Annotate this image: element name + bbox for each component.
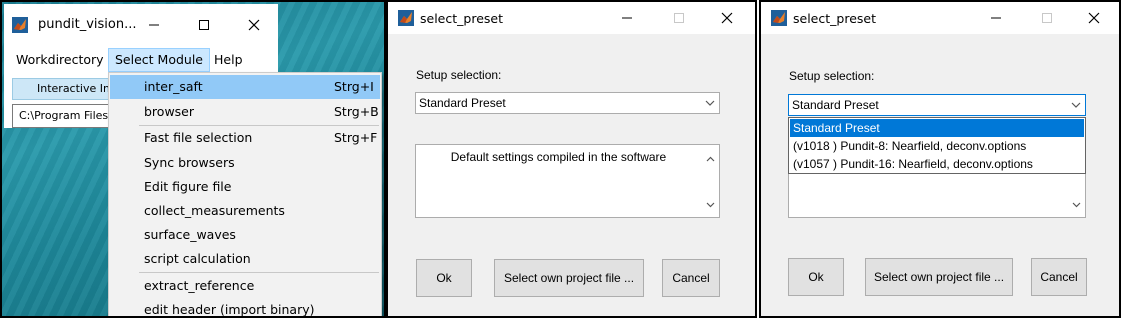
matlab-icon [12, 17, 28, 33]
menu-item-sync-browsers[interactable]: Sync browsers [110, 151, 380, 175]
setup-selection-label: Setup selection: [416, 68, 502, 82]
scrollbar[interactable] [702, 145, 719, 217]
menu-item-surface-waves[interactable]: surface_waves [110, 223, 380, 247]
title-bar: pundit_vision... [4, 4, 278, 44]
maximize-button[interactable] [1034, 7, 1060, 29]
menu-item-shortcut: Strg+I [334, 79, 374, 94]
path-field[interactable]: C:\Program Files\ [12, 104, 112, 128]
maximize-icon [199, 20, 209, 30]
select-module-dropdown: inter_saft Strg+I browser Strg+B Fast fi… [108, 72, 382, 317]
menu-help[interactable]: Help [208, 48, 249, 72]
chevron-down-icon [1067, 95, 1085, 115]
ok-button[interactable]: Ok [416, 259, 472, 297]
menu-item-label: edit header (import binary) [144, 302, 315, 317]
menu-item-label: inter_saft [144, 79, 203, 94]
maximize-icon [1042, 13, 1052, 23]
menu-item-label: browser [144, 104, 195, 119]
preset-option-pundit-8[interactable]: (v1018 ) Pundit-8: Nearfield, deconv.opt… [790, 137, 1084, 155]
scroll-up-icon[interactable] [702, 151, 719, 167]
cancel-button[interactable]: Cancel [662, 259, 720, 297]
select-own-project-file-button[interactable]: Select own project file ... [494, 259, 644, 297]
preset-description-box[interactable]: Default settings compiled in the softwar… [415, 144, 720, 218]
menu-item-inter-saft[interactable]: inter_saft Strg+I [110, 75, 380, 99]
menu-item-label: extract_reference [144, 278, 255, 293]
maximize-button[interactable] [190, 14, 218, 36]
combo-value: Standard Preset [419, 96, 506, 110]
menu-item-shortcut: Strg+B [334, 104, 379, 119]
title-bar: select_preset [761, 2, 1119, 34]
preset-option-pundit-16[interactable]: (v1057 ) Pundit-16: Nearfield, deconv.op… [790, 155, 1084, 173]
ok-button[interactable]: Ok [788, 258, 844, 296]
interactive-imaging-button[interactable]: Interactive Im [12, 78, 112, 100]
matlab-icon [771, 10, 787, 26]
window-title: pundit_vision... [38, 17, 137, 32]
menu-item-edit-header[interactable]: edit header (import binary) [110, 298, 380, 317]
scroll-down-icon[interactable] [1068, 197, 1085, 213]
menu-item-label: script calculation [144, 251, 251, 266]
minimize-button[interactable] [983, 7, 1009, 29]
setup-selection-label: Setup selection: [789, 69, 875, 83]
menu-item-edit-figure-file[interactable]: Edit figure file [110, 175, 380, 199]
minimize-icon [991, 17, 1001, 19]
menu-bar: Workdirectory Select Module Help [4, 44, 278, 74]
menu-select-module[interactable]: Select Module [108, 48, 210, 72]
matlab-app-panel: pundit_vision... Workdirectory Select Mo… [0, 0, 386, 318]
menu-item-label: Fast file selection [144, 130, 253, 145]
minimize-button[interactable] [140, 14, 168, 36]
minimize-icon [622, 17, 632, 19]
close-icon [1088, 12, 1100, 24]
preset-dropdown-list: Standard Preset (v1018 ) Pundit-8: Nearf… [788, 117, 1086, 174]
menu-item-extract-reference[interactable]: extract_reference [110, 274, 380, 298]
close-icon [721, 12, 733, 24]
menu-separator [139, 272, 379, 273]
scroll-down-icon[interactable] [702, 197, 719, 213]
menu-workdirectory[interactable]: Workdirectory [10, 48, 110, 72]
window-title: select_preset [793, 11, 876, 26]
menu-item-script-calculation[interactable]: script calculation [110, 247, 380, 271]
close-button[interactable] [1081, 7, 1107, 29]
menu-item-collect-measurements[interactable]: collect_measurements [110, 199, 380, 223]
menu-item-shortcut: Strg+F [334, 130, 378, 145]
preset-combo[interactable]: Standard Preset [788, 94, 1086, 116]
cancel-button[interactable]: Cancel [1031, 258, 1087, 296]
window-title: select_preset [420, 11, 503, 26]
preset-description: Default settings compiled in the softwar… [450, 150, 667, 164]
matlab-icon [398, 10, 414, 26]
menu-item-browser[interactable]: browser Strg+B [110, 100, 380, 124]
menu-item-label: Edit figure file [144, 179, 232, 194]
combo-value: Standard Preset [792, 98, 879, 112]
maximize-icon [674, 13, 684, 23]
select-preset-dialog: select_preset Setup selection: Standard … [386, 0, 757, 318]
title-bar: select_preset [388, 2, 755, 34]
menu-item-label: surface_waves [144, 227, 236, 242]
preset-option-standard[interactable]: Standard Preset [790, 119, 1084, 137]
close-button[interactable] [714, 7, 740, 29]
minimize-button[interactable] [614, 7, 640, 29]
menu-item-label: collect_measurements [144, 203, 285, 218]
preset-combo[interactable]: Standard Preset [415, 92, 720, 114]
minimize-icon [149, 24, 159, 26]
menu-item-label: Sync browsers [144, 155, 235, 170]
select-preset-dialog-open: select_preset Setup selection: Standard … [759, 0, 1121, 318]
menu-item-fast-file-selection[interactable]: Fast file selection Strg+F [110, 126, 380, 150]
close-icon [248, 19, 260, 31]
select-own-project-file-button[interactable]: Select own project file ... [865, 258, 1013, 296]
chevron-down-icon [701, 93, 719, 113]
maximize-button[interactable] [666, 7, 692, 29]
close-button[interactable] [240, 14, 268, 36]
